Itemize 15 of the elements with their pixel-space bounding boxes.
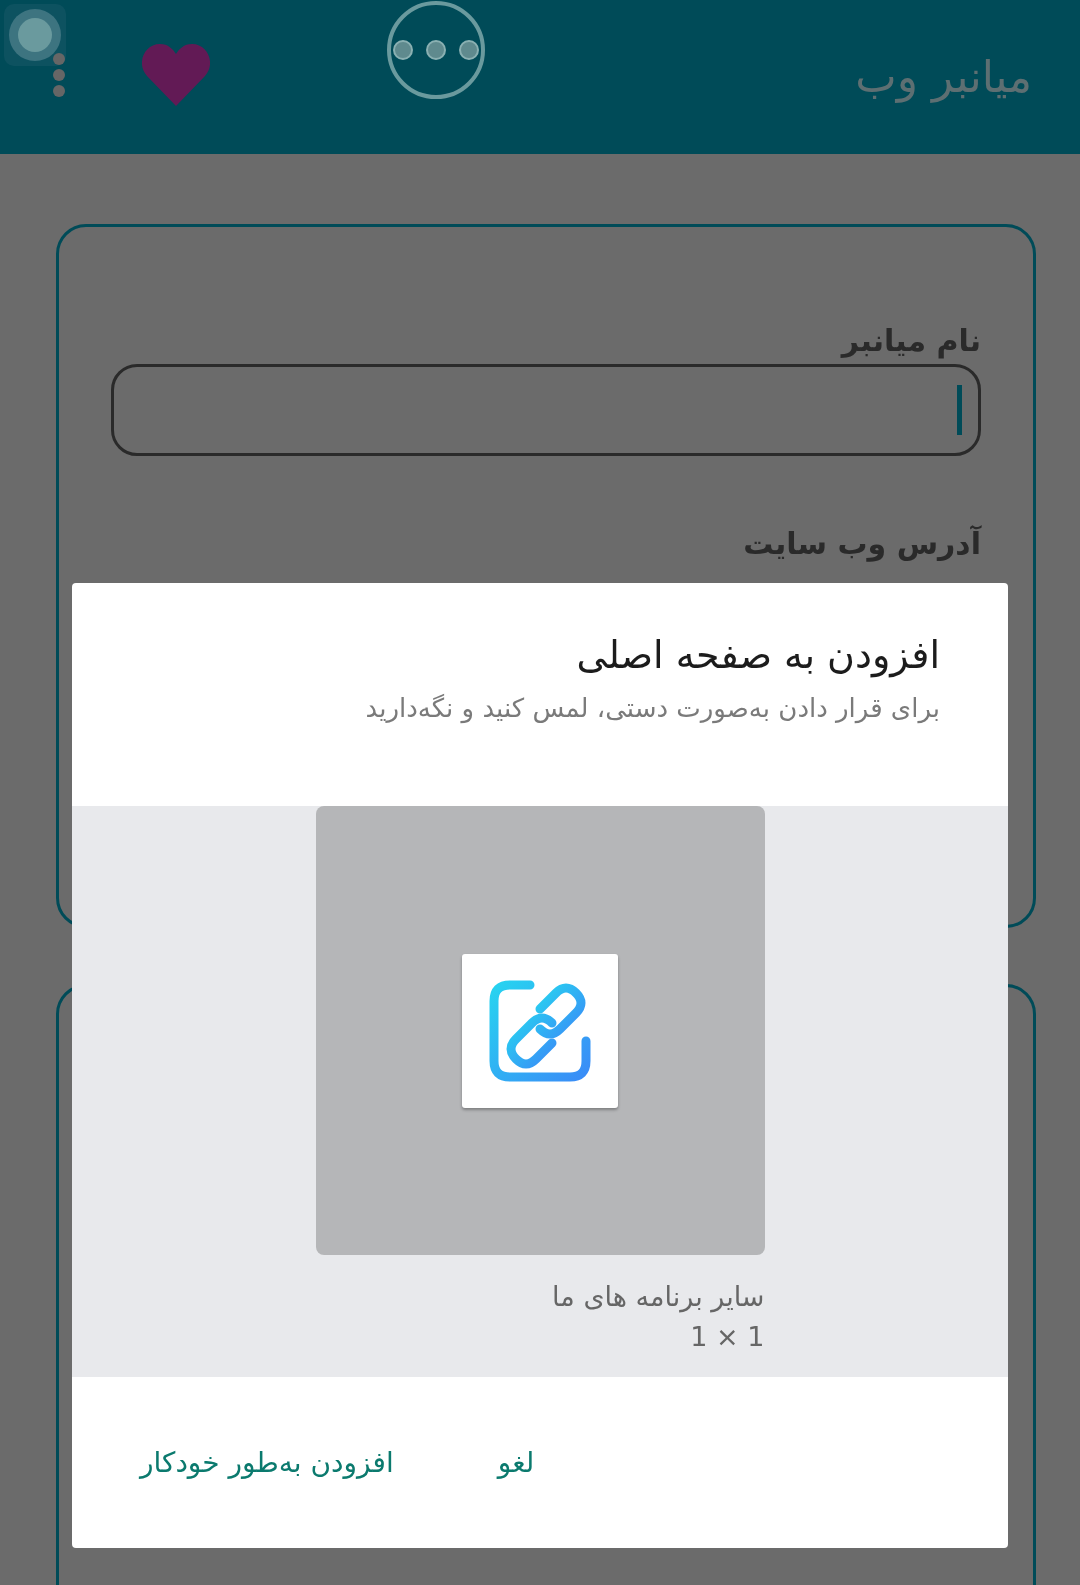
floating-bubble-icon[interactable] xyxy=(4,4,66,66)
input-field[interactable] xyxy=(111,364,981,456)
widget-name: سایر برنامه های ما xyxy=(552,1280,765,1315)
dialog-title: افزودن به صفحه اصلی xyxy=(575,633,940,677)
more-vertical-icon[interactable] xyxy=(52,52,66,98)
widget-size: 1 × 1 xyxy=(690,1320,765,1354)
field-label: نام میانبر xyxy=(839,323,981,358)
add-automatically-button[interactable]: افزودن به‌طور خودکار xyxy=(140,1436,394,1489)
cancel-button[interactable]: لغو xyxy=(497,1436,535,1489)
app-title: میانبر وب xyxy=(855,50,1032,102)
more-horizontal-icon[interactable] xyxy=(386,0,486,100)
field-label: آدرس وب سایت xyxy=(742,526,981,561)
widget-preview[interactable] xyxy=(315,806,765,1255)
link-icon xyxy=(488,978,592,1083)
dialog-subtitle: برای قرار دادن به‌صورت دستی، لمس کنید و نگه‌دارید xyxy=(364,693,940,723)
